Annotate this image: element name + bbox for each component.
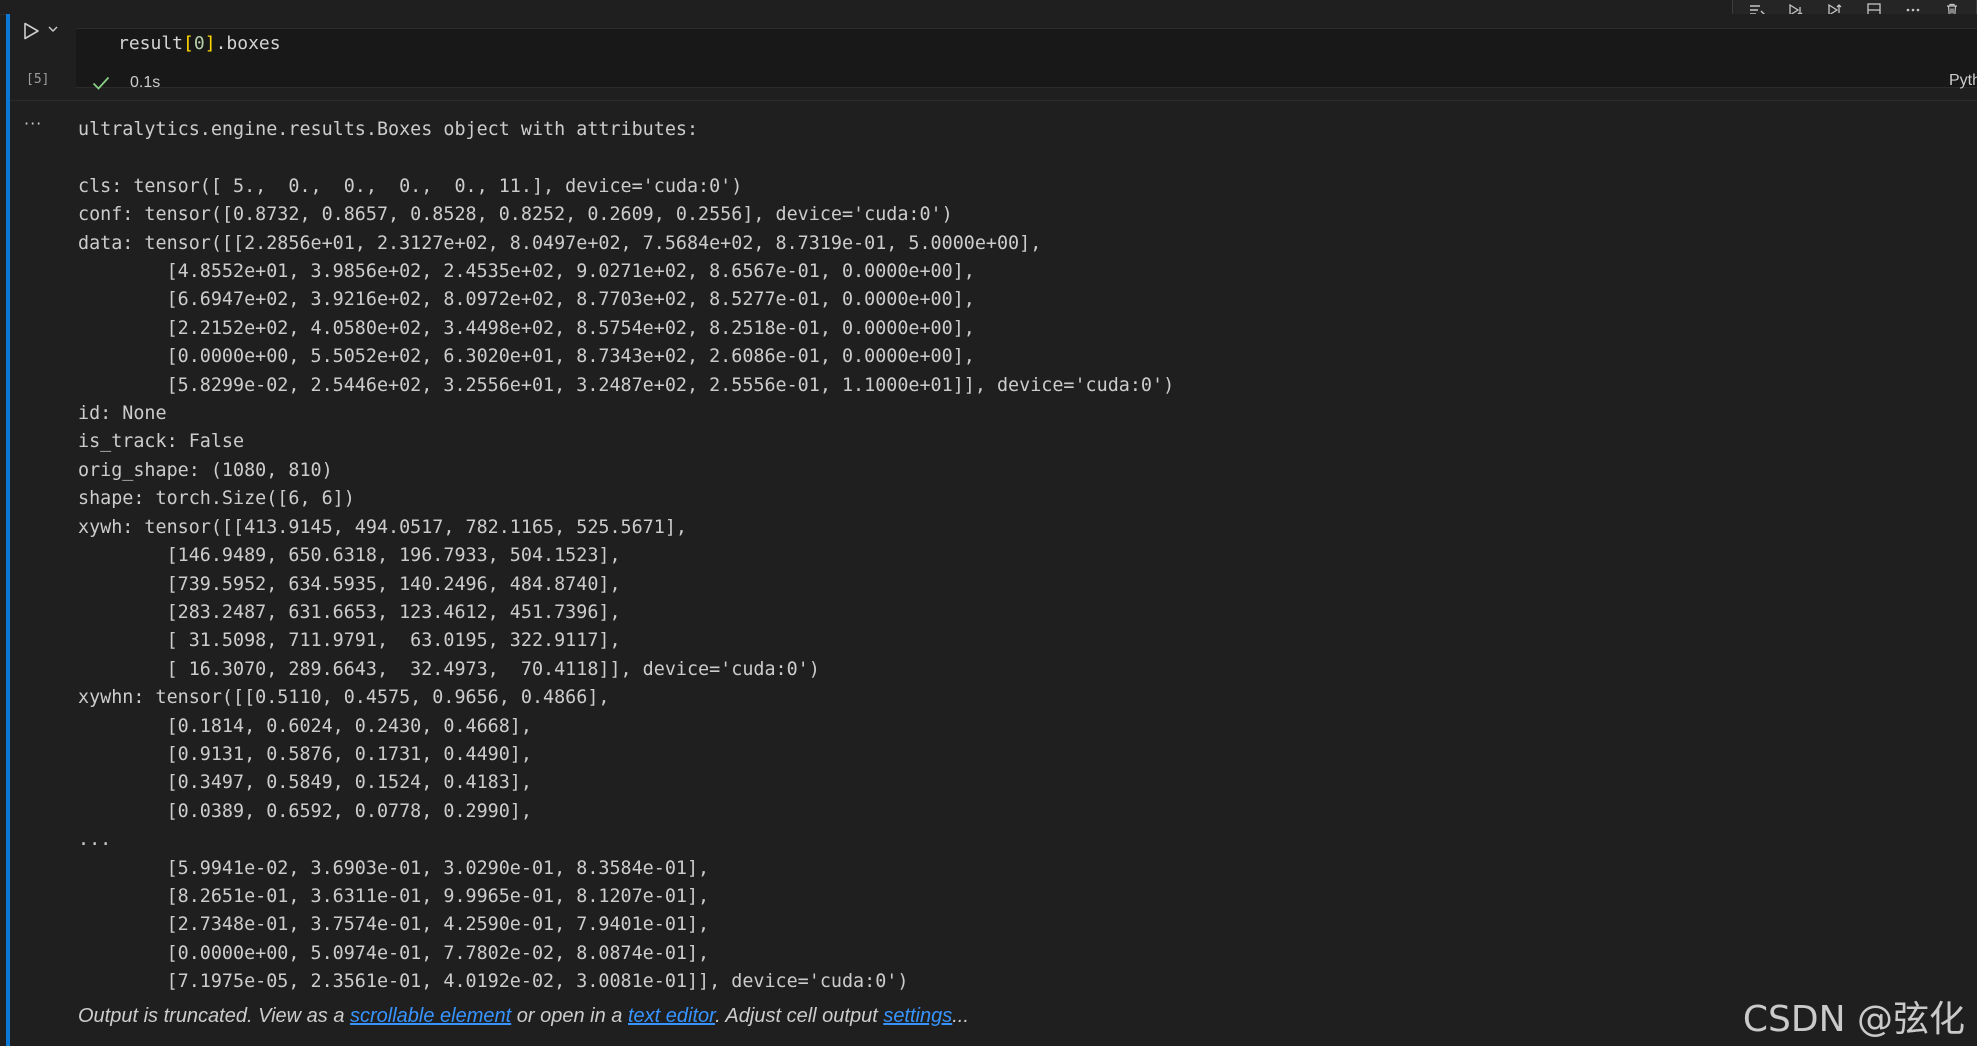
code-open-bracket: [ bbox=[183, 33, 194, 54]
output-line: xywh: tensor([[413.9145, 494.0517, 782.1… bbox=[78, 516, 687, 538]
output-line: xywhn: tensor([[0.5110, 0.4575, 0.9656, … bbox=[78, 687, 610, 709]
truncation-notice: Output is truncated. View as a scrollabl… bbox=[78, 1005, 969, 1028]
chevron-down-icon bbox=[48, 26, 58, 32]
output-line: [0.1814, 0.6024, 0.2430, 0.4668], bbox=[78, 715, 532, 737]
output-line: shape: torch.Size([6, 6]) bbox=[78, 488, 355, 510]
execution-status: 0.1s bbox=[90, 72, 160, 94]
output-line: [0.0000e+00, 5.0974e-01, 7.7802e-02, 8.0… bbox=[78, 942, 710, 964]
output-line: orig_shape: (1080, 810) bbox=[78, 459, 333, 481]
play-icon bbox=[24, 22, 39, 40]
code-editor[interactable] bbox=[76, 28, 1977, 88]
code-cell bbox=[10, 14, 1977, 100]
output-line: [2.7348e-01, 3.7574e-01, 4.2590e-01, 7.9… bbox=[78, 914, 710, 936]
output-line: [5.9941e-02, 3.6903e-01, 3.0290e-01, 8.3… bbox=[78, 857, 710, 879]
output-line: [6.6947e+02, 3.9216e+02, 8.0972e+02, 8.7… bbox=[78, 289, 975, 311]
cell-language-label[interactable]: Pyth bbox=[1949, 72, 1977, 90]
text-editor-link[interactable]: text editor bbox=[628, 1005, 715, 1027]
truncation-text-4: ... bbox=[952, 1005, 969, 1027]
output-line: [739.5952, 634.5935, 140.2496, 484.8740]… bbox=[78, 573, 621, 595]
output-line: [0.9131, 0.5876, 0.1731, 0.4490], bbox=[78, 743, 532, 765]
output-line: id: None bbox=[78, 403, 167, 425]
output-line: [146.9489, 650.6318, 196.7933, 504.1523]… bbox=[78, 545, 621, 567]
truncation-text-3: . Adjust cell output bbox=[715, 1005, 884, 1027]
output-line: [ 16.3070, 289.6643, 32.4973, 70.4118]],… bbox=[78, 658, 820, 680]
execution-time: 0.1s bbox=[130, 74, 161, 91]
output-line: [0.3497, 0.5849, 0.1524, 0.4183], bbox=[78, 772, 532, 794]
output-line: ... bbox=[78, 829, 112, 851]
code-index: 0 bbox=[193, 33, 205, 54]
notebook-page: [5] result[0].boxes 0.1s Pyth ··· ultral… bbox=[0, 0, 1977, 1046]
run-cell-button[interactable] bbox=[20, 20, 42, 42]
cell-focus-indicator bbox=[6, 14, 10, 1046]
output-line: [ 31.5098, 711.9791, 63.0195, 322.9117], bbox=[78, 630, 621, 652]
output-line: [4.8552e+01, 3.9856e+02, 2.4535e+02, 9.0… bbox=[78, 261, 975, 283]
output-line: [0.0389, 0.6592, 0.0778, 0.2990], bbox=[78, 800, 532, 822]
code-identifier: result bbox=[118, 33, 184, 54]
output-line: [2.2152e+02, 4.0580e+02, 3.4498e+02, 8.5… bbox=[78, 317, 975, 339]
cell-divider bbox=[10, 100, 1977, 101]
truncation-text-1: Output is truncated. View as a bbox=[78, 1005, 351, 1027]
output-line: conf: tensor([0.8732, 0.8657, 0.8528, 0.… bbox=[78, 204, 953, 226]
truncation-text-2: or open in a bbox=[511, 1005, 628, 1027]
output-line: [7.1975e-05, 2.3561e-01, 4.0192e-02, 3.0… bbox=[78, 971, 909, 993]
previous-cell-edge bbox=[0, 0, 1977, 15]
output-line: data: tensor([[2.2856e+01, 2.3127e+02, 8… bbox=[78, 232, 1042, 254]
watermark: CSDN @弦化 bbox=[1742, 999, 1965, 1040]
code-line[interactable]: result[0].boxes bbox=[118, 33, 281, 54]
settings-link[interactable]: settings bbox=[883, 1005, 952, 1027]
output-line: cls: tensor([ 5., 0., 0., 0., 0., 11.], … bbox=[78, 175, 743, 197]
output-actions-button[interactable]: ··· bbox=[24, 114, 42, 133]
code-close-bracket: ] bbox=[204, 33, 216, 54]
scrollable-element-link[interactable]: scrollable element bbox=[350, 1005, 511, 1027]
run-options-button[interactable] bbox=[46, 22, 60, 36]
code-attribute: .boxes bbox=[215, 33, 281, 54]
output-line: [283.2487, 631.6653, 123.4612, 451.7396]… bbox=[78, 601, 621, 623]
output-line: [0.0000e+00, 5.5052e+02, 6.3020e+01, 8.7… bbox=[78, 346, 975, 368]
output-line: is_track: False bbox=[78, 431, 245, 453]
check-icon bbox=[90, 72, 112, 94]
output-line: [8.2651e-01, 3.6311e-01, 9.9965e-01, 8.1… bbox=[78, 885, 710, 907]
cell-output: ultralytics.engine.results.Boxes object … bbox=[78, 116, 1174, 997]
execution-count: [5] bbox=[26, 72, 50, 87]
output-line: [5.8299e-02, 2.5446e+02, 3.2556e+01, 3.2… bbox=[78, 374, 1175, 396]
output-line: ultralytics.engine.results.Boxes object … bbox=[78, 119, 699, 140]
